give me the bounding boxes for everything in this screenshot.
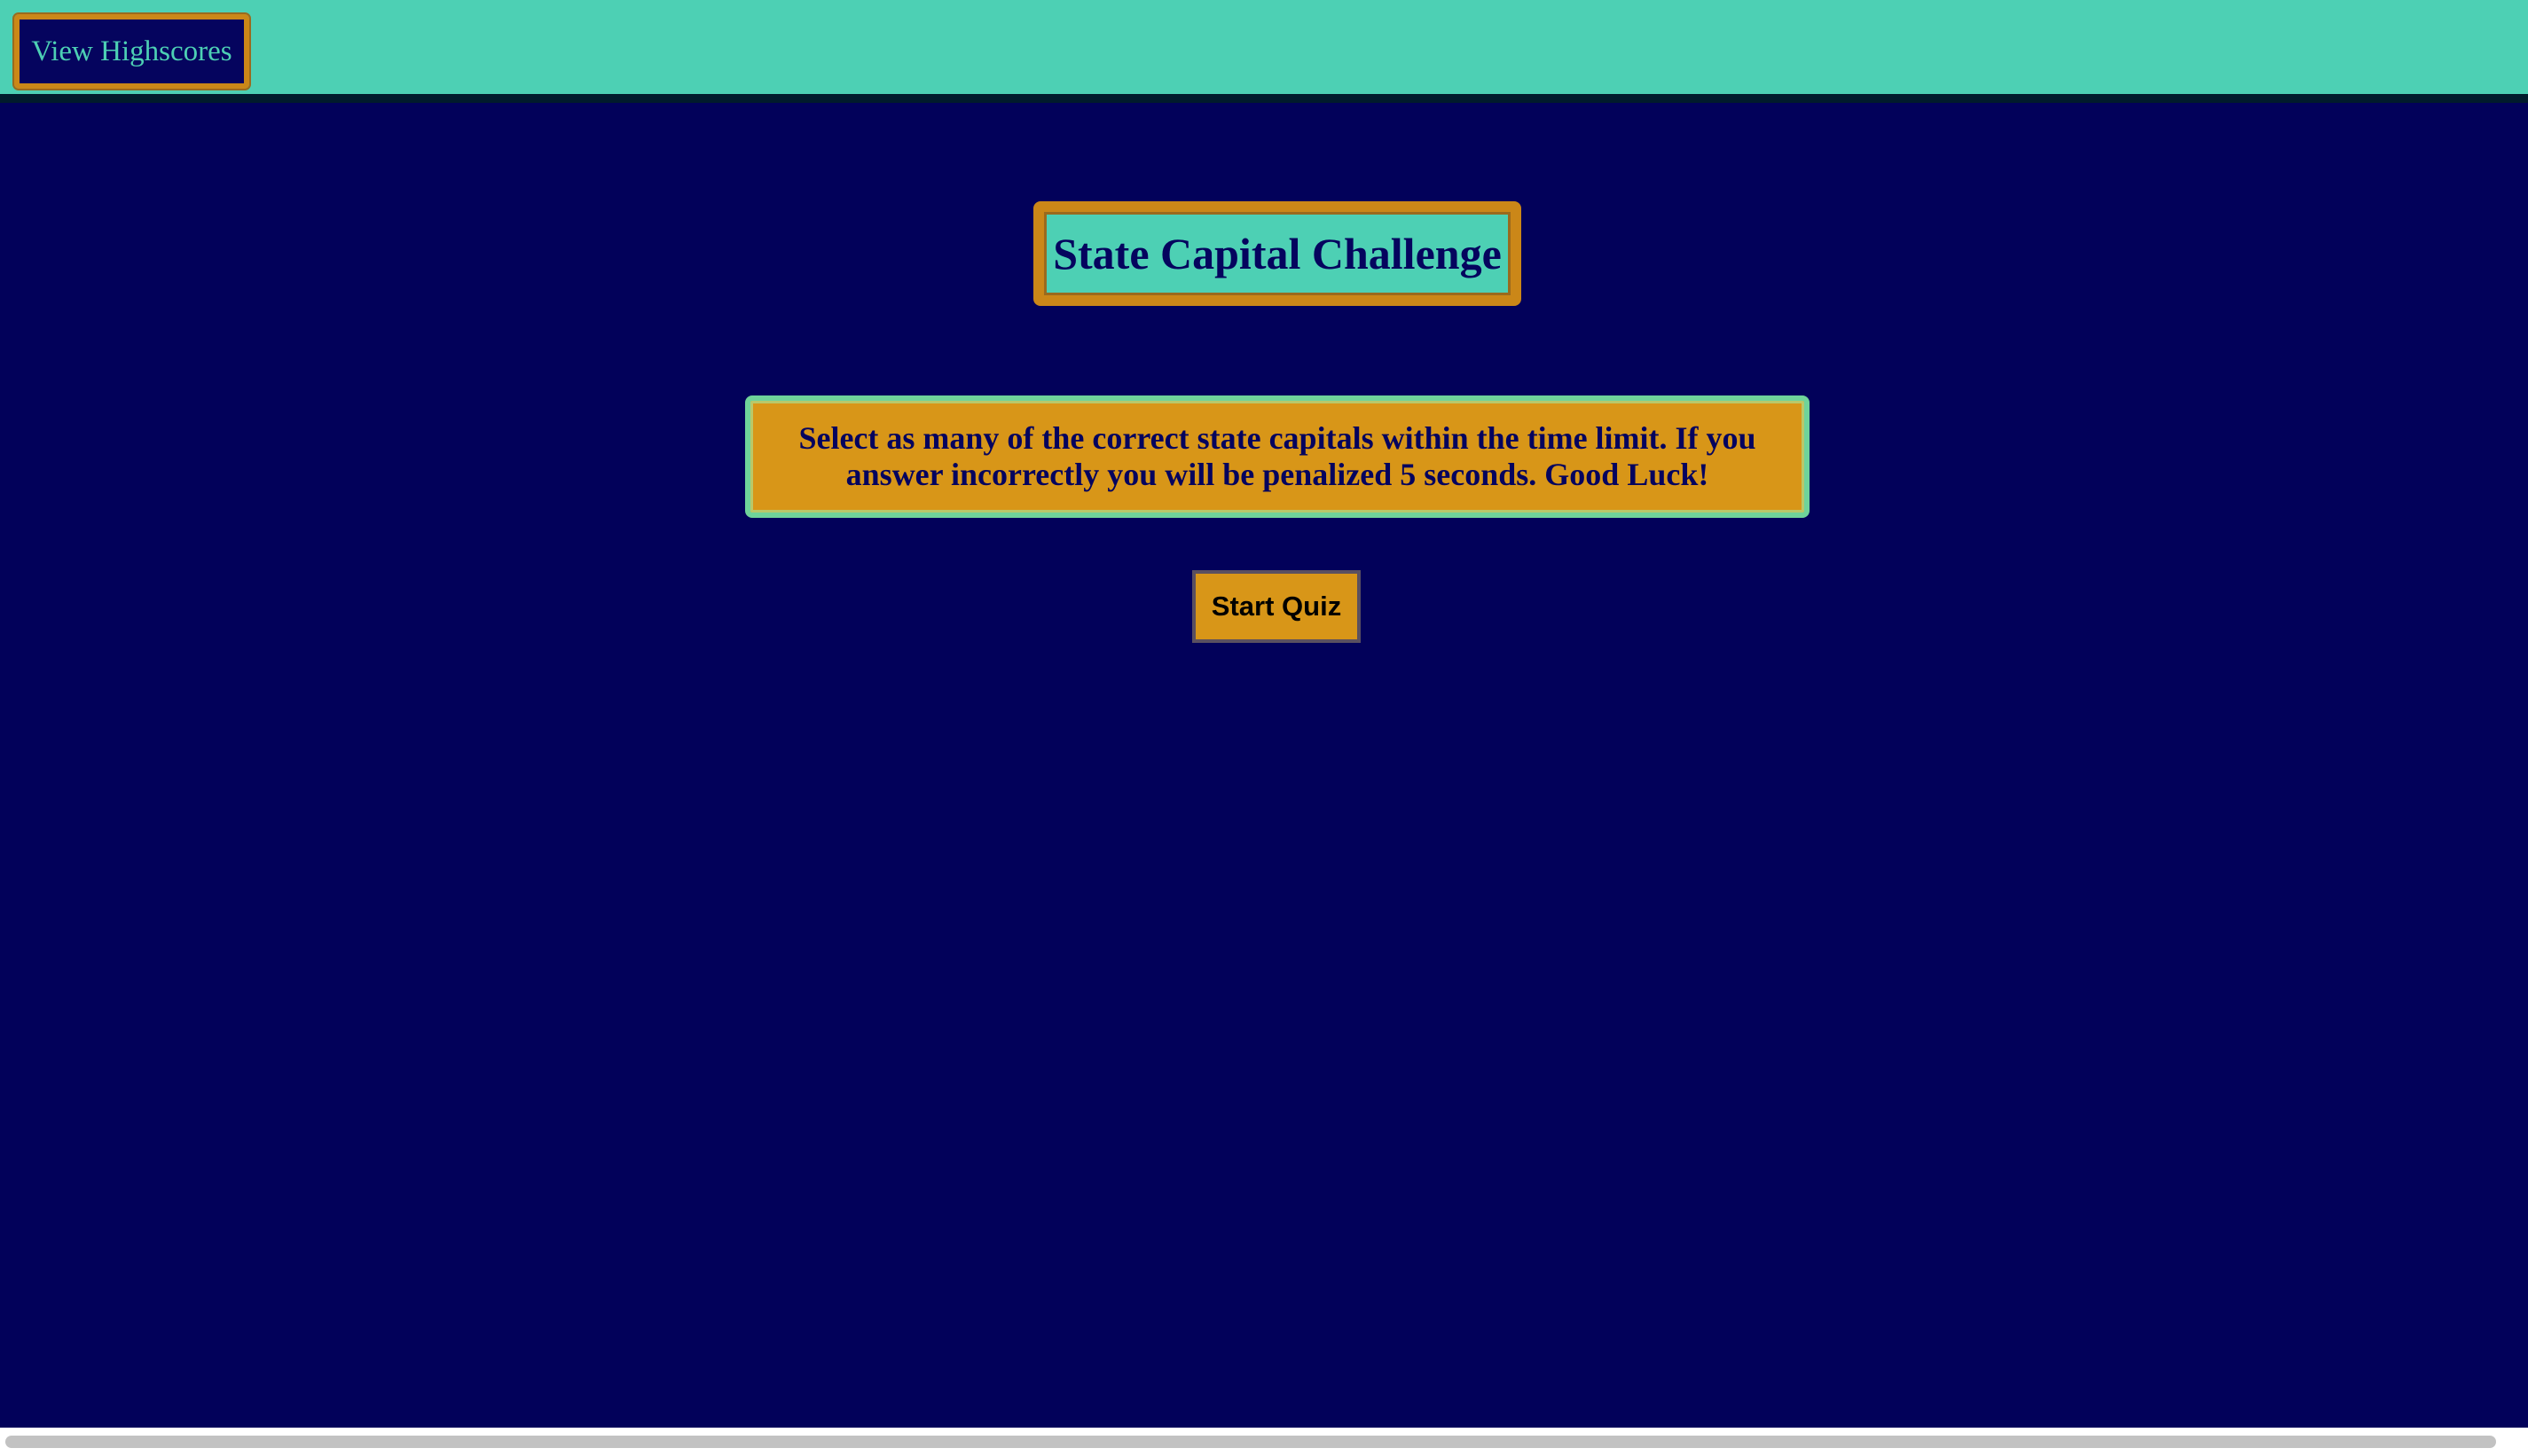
top-bar: View Highscores <box>0 0 2528 103</box>
horizontal-scrollbar[interactable] <box>0 1428 2528 1456</box>
instructions-box: Select as many of the correct state capi… <box>745 395 1810 518</box>
title-box: State Capital Challenge <box>1033 201 1521 306</box>
start-quiz-button[interactable]: Start Quiz <box>1192 570 1361 643</box>
view-highscores-button[interactable]: View Highscores <box>12 12 251 90</box>
page-title: State Capital Challenge <box>1053 229 1502 278</box>
scrollbar-thumb[interactable] <box>5 1436 2496 1448</box>
instructions-text: Select as many of the correct state capi… <box>798 420 1756 492</box>
